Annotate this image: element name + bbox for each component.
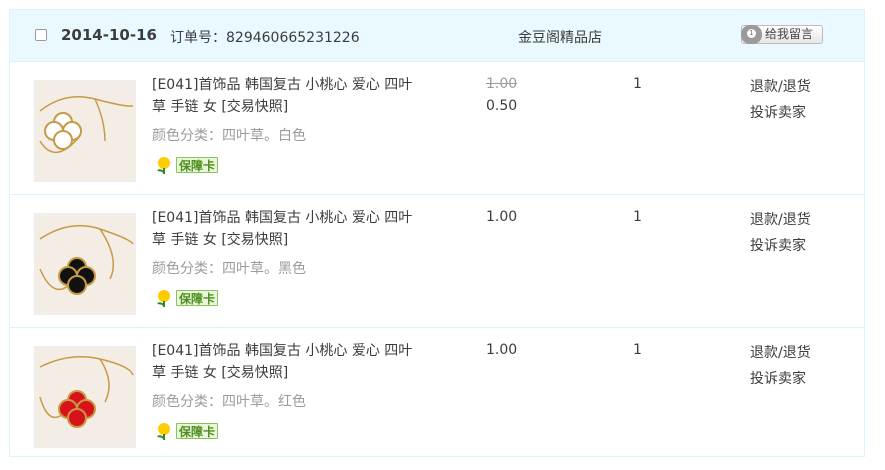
complain-seller-link[interactable]: 投诉卖家 [750,235,806,255]
leave-message-button[interactable]: 1 给我留言 [741,25,823,44]
product-thumbnail[interactable] [34,80,136,182]
complain-seller-link[interactable]: 投诉卖家 [750,102,806,122]
order-item: [E041]首饰品 韩国复古 小桃心 爱心 四叶草 手链 女 [交易快照] 颜色… [10,61,864,193]
original-price: 1.00 [486,76,518,92]
message-icon-number: 1 [747,29,756,38]
order-item: [E041]首饰品 韩国复古 小桃心 爱心 四叶草 手链 女 [交易快照] 颜色… [10,327,864,459]
price: 1.00 [486,342,518,358]
quantity: 1 [633,209,642,225]
product-spec: 颜色分类：四叶草。白色 [152,128,306,144]
price: 0.50 [486,98,518,114]
refund-return-link[interactable]: 退款/退货 [750,209,811,229]
order-number: 订单号：829460665231226 [170,30,360,46]
guarantee-card-badge[interactable]: 保障卡 [156,289,220,308]
order-date: 2014-10-16 [61,26,157,44]
order-item: [E041]首饰品 韩国复古 小桃心 爱心 四叶草 手链 女 [交易快照] 颜色… [10,194,864,326]
guarantee-flower-icon [157,157,170,174]
refund-return-link[interactable]: 退款/退货 [750,342,811,362]
product-title-link[interactable]: [E041]首饰品 韩国复古 小桃心 爱心 四叶草 手链 女 [交易快照] [152,207,422,251]
guarantee-card-label: 保障卡 [176,157,218,173]
quantity: 1 [633,76,642,92]
product-spec: 颜色分类：四叶草。红色 [152,394,306,410]
guarantee-card-label: 保障卡 [176,290,218,306]
product-thumbnail[interactable] [34,346,136,448]
product-spec: 颜色分类：四叶草。黑色 [152,261,306,277]
guarantee-card-label: 保障卡 [176,423,218,439]
guarantee-flower-icon [157,290,170,307]
guarantee-card-badge[interactable]: 保障卡 [156,156,220,175]
price: 1.00 [486,209,518,225]
refund-return-link[interactable]: 退款/退货 [750,76,811,96]
product-thumbnail[interactable] [34,213,136,315]
product-title-link[interactable]: [E041]首饰品 韩国复古 小桃心 爱心 四叶草 手链 女 [交易快照] [152,340,422,384]
leave-message-label: 给我留言 [765,27,814,41]
complain-seller-link[interactable]: 投诉卖家 [750,368,806,388]
guarantee-card-badge[interactable]: 保障卡 [156,422,220,441]
order-header: 2014-10-16 订单号：829460665231226 金豆阁精品店 1 … [10,10,864,62]
shop-name-link[interactable]: 金豆阁精品店 [518,27,602,47]
order-card: 2014-10-16 订单号：829460665231226 金豆阁精品店 1 … [9,9,865,457]
product-title-link[interactable]: [E041]首饰品 韩国复古 小桃心 爱心 四叶草 手链 女 [交易快照] [152,74,422,118]
message-bubble-icon: 1 [741,25,762,44]
order-select-checkbox[interactable] [35,29,47,41]
guarantee-flower-icon [157,423,170,440]
quantity: 1 [633,342,642,358]
